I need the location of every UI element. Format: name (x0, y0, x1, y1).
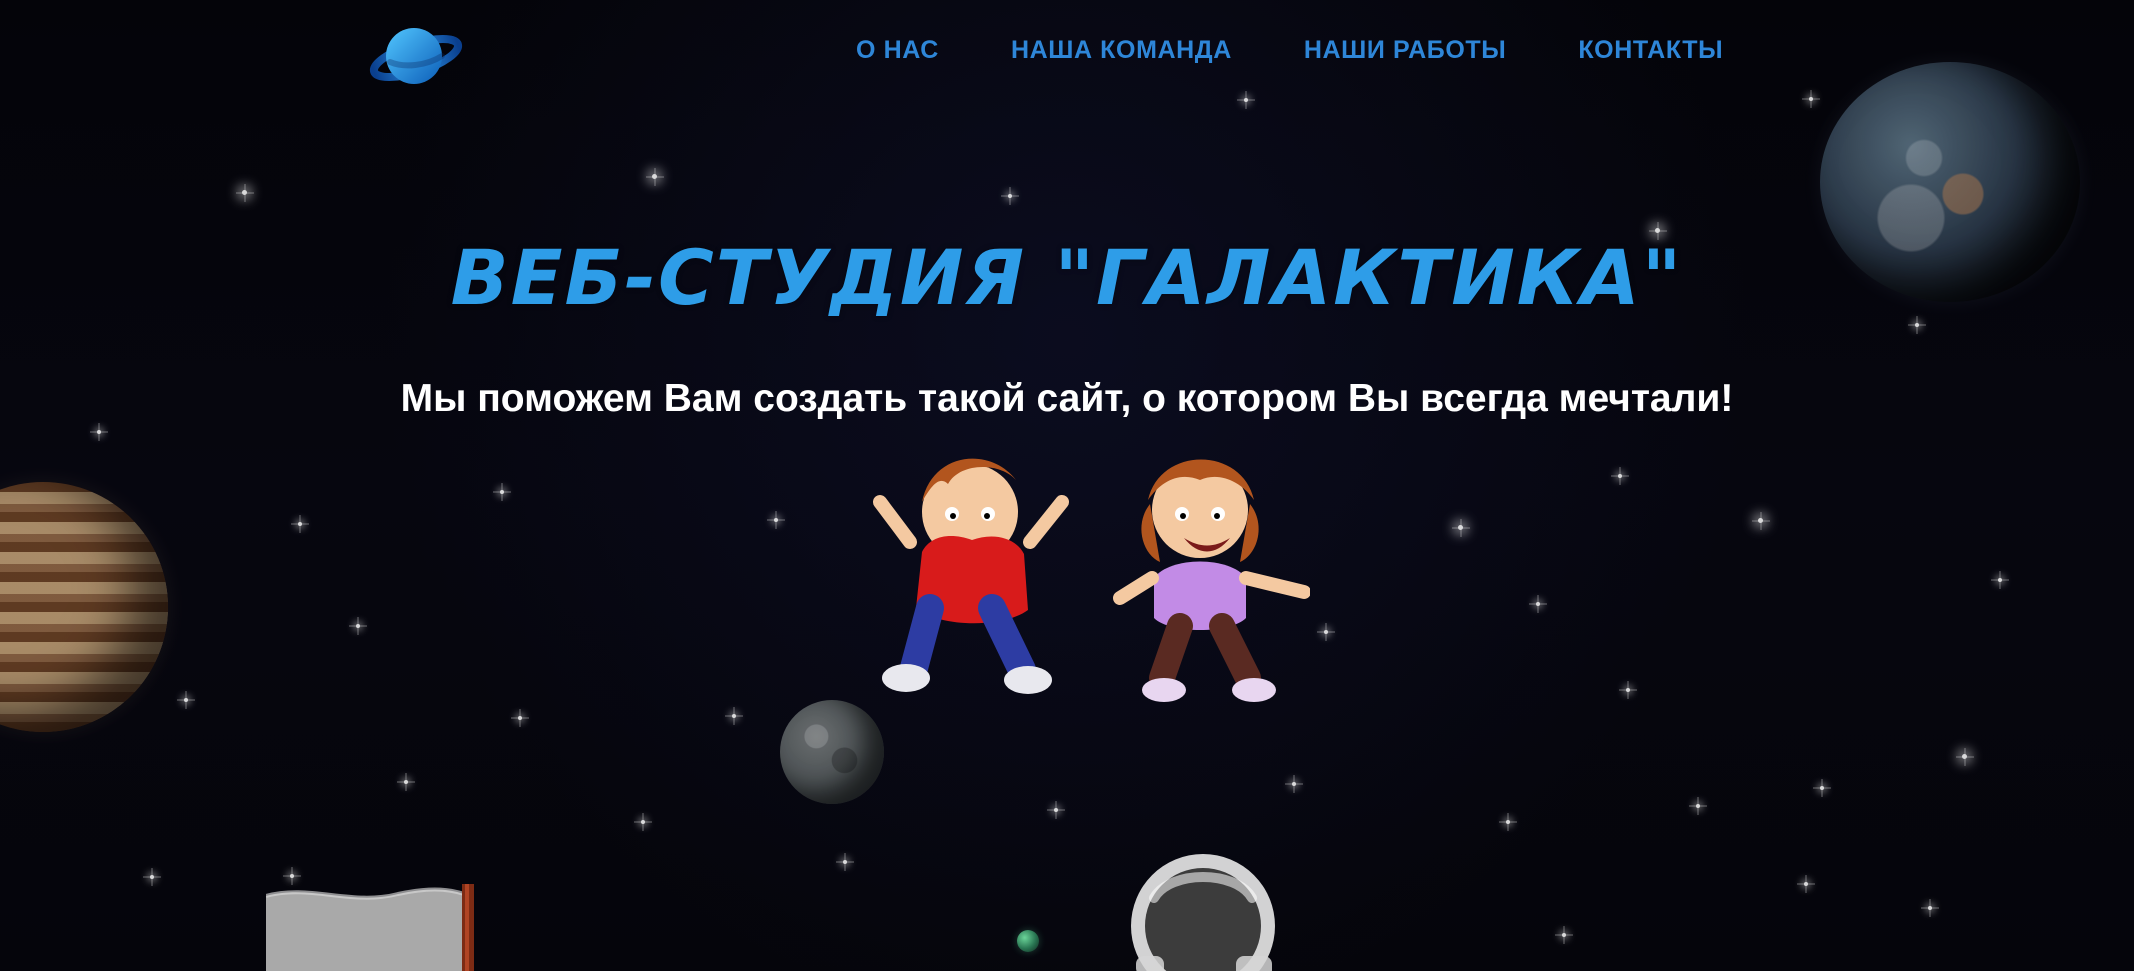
star (242, 190, 247, 195)
star (1562, 933, 1566, 937)
star (1820, 786, 1824, 790)
star (97, 430, 101, 434)
astronaut-illustration (1118, 836, 1288, 971)
planet-logo-icon[interactable] (356, 16, 474, 96)
star (1758, 518, 1763, 523)
main-nav: О НАС НАША КОМАНДА НАШИ РАБОТЫ КОНТАКТЫ (856, 38, 1723, 63)
nav-about[interactable]: О НАС (856, 38, 939, 63)
star (1292, 782, 1296, 786)
star (184, 698, 188, 702)
star (1928, 906, 1932, 910)
flag-illustration (265, 884, 486, 971)
star (1324, 630, 1328, 634)
nav-contacts[interactable]: КОНТАКТЫ (1578, 38, 1723, 63)
kids-illustration (840, 432, 1311, 732)
star (843, 860, 847, 864)
star (1618, 474, 1622, 478)
star (732, 714, 736, 718)
star (1962, 754, 1967, 759)
star (1915, 323, 1919, 327)
tiny-planet (1017, 930, 1039, 952)
star (1696, 804, 1700, 808)
jupiter-planet (0, 482, 168, 732)
star (290, 874, 294, 878)
star (1458, 525, 1463, 530)
moon-planet (780, 700, 884, 804)
star (652, 174, 657, 179)
star (404, 780, 408, 784)
star (356, 624, 360, 628)
star (641, 820, 645, 824)
star (1804, 882, 1808, 886)
star (1506, 820, 1510, 824)
nav-team[interactable]: НАША КОМАНДА (1011, 38, 1232, 63)
star (150, 875, 154, 879)
star (298, 522, 302, 526)
page: О НАС НАША КОМАНДА НАШИ РАБОТЫ КОНТАКТЫ … (0, 0, 2134, 971)
header: О НАС НАША КОМАНДА НАШИ РАБОТЫ КОНТАКТЫ (0, 0, 2134, 110)
star (1054, 808, 1058, 812)
star (500, 490, 504, 494)
star (1626, 688, 1630, 692)
hero-title: ВЕБ-СТУДИЯ "ГАЛАКТИКА" (450, 233, 1684, 322)
hero-subtitle: Мы поможем Вам создать такой сайт, о кот… (400, 377, 1734, 420)
star (518, 716, 522, 720)
star (1008, 194, 1012, 198)
star (774, 518, 778, 522)
nav-works[interactable]: НАШИ РАБОТЫ (1304, 38, 1506, 63)
star (1998, 578, 2002, 582)
star (1536, 602, 1540, 606)
